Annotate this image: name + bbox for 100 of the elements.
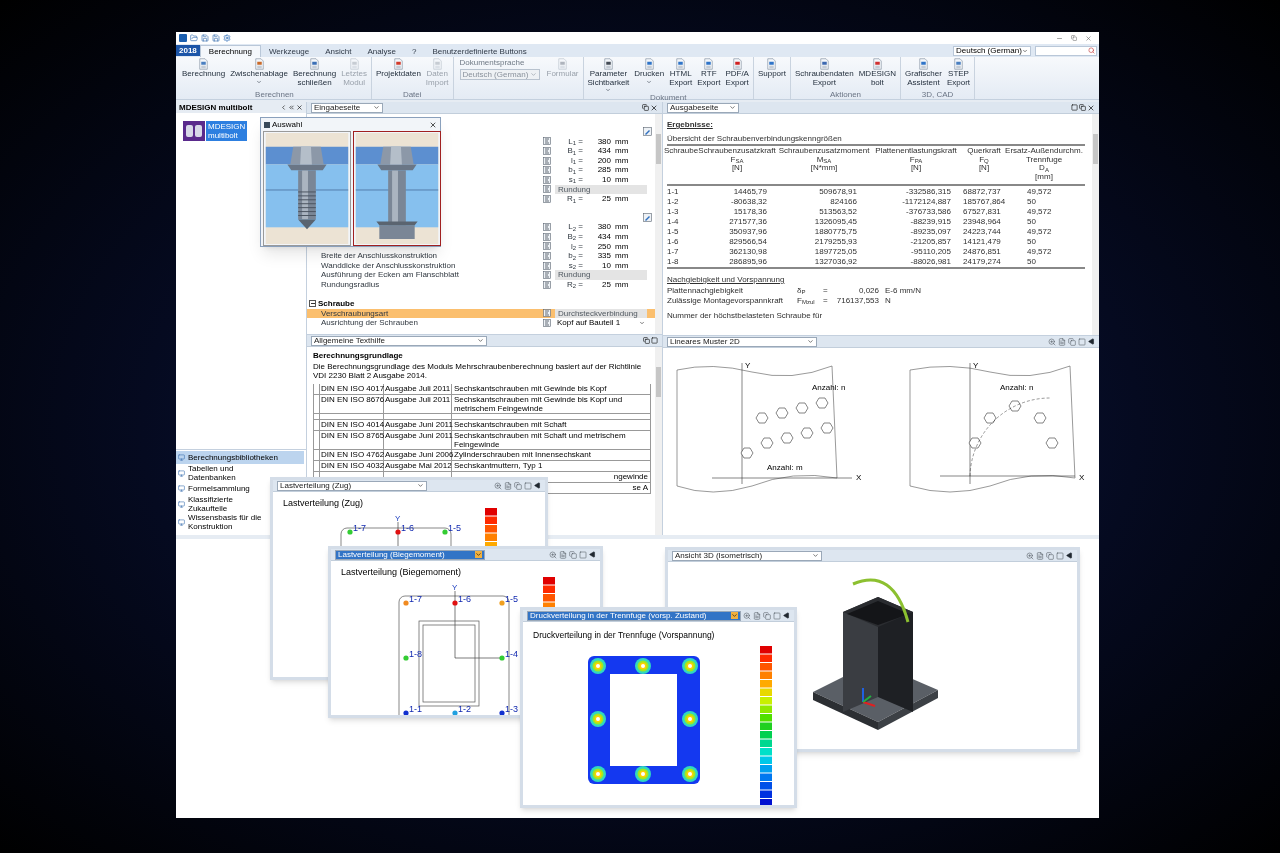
input-row[interactable]: Ausführung der Ecken am Flanschblatt Rundung	[307, 270, 655, 280]
ribbon-button[interactable]: Parameter Sichtbarkeit	[585, 58, 632, 93]
formula-icon[interactable]	[543, 137, 551, 146]
ribbon-button[interactable]: RTF Export	[695, 58, 723, 87]
choice-field[interactable]: Durchsteckverbindung	[555, 308, 647, 319]
zoom-icon[interactable]	[494, 481, 502, 490]
ribbon-button[interactable]: STEP Export	[944, 58, 973, 87]
formula-icon[interactable]	[543, 194, 551, 203]
expand-toggle-icon[interactable]	[309, 300, 316, 307]
window-icon[interactable]	[1071, 103, 1078, 111]
view-dropdown[interactable]: Ansicht 3D (Isometrisch)	[672, 550, 822, 561]
formula-icon[interactable]	[543, 156, 551, 165]
module-logo-icon[interactable]	[183, 121, 205, 141]
ribbon-tab[interactable]: Werkzeuge	[260, 45, 318, 57]
scrollbar[interactable]	[655, 114, 662, 334]
close-icon[interactable]	[296, 104, 303, 111]
scrollbar[interactable]	[655, 347, 662, 535]
view-dropdown[interactable]: Druckverteilung in der Trennfuge (vorsp. Zustand)	[527, 610, 741, 621]
formula-icon[interactable]	[543, 242, 551, 251]
ribbon-button[interactable]: Berechnung	[180, 58, 228, 79]
input-row[interactable]: R$_{1}$ = 25 mm	[307, 194, 655, 204]
ribbon-button[interactable]: PDF/A Export	[723, 58, 751, 87]
sidebar-item[interactable]: Formelsammlung	[176, 482, 268, 495]
input-row[interactable]: B$_{1}$ = 434 mm	[307, 146, 655, 156]
view-dropdown[interactable]: Eingabeseite	[311, 102, 383, 113]
collapse-arrow-icon[interactable]	[783, 612, 790, 619]
view-dropdown[interactable]: Lastverteilung (Biegemoment)	[335, 549, 485, 560]
scrollbar[interactable]	[1092, 114, 1099, 335]
copy-icon[interactable]	[642, 103, 649, 111]
zoom-icon[interactable]	[1048, 337, 1056, 346]
ribbon-button[interactable]: HTML Export	[667, 58, 695, 87]
ribbon-tab[interactable]: ?	[404, 45, 425, 57]
ribbon-button[interactable]: Support	[755, 58, 788, 79]
ribbon-tab[interactable]: Ansicht	[317, 45, 360, 57]
input-row[interactable]: Wanddicke der Anschlusskonstruktion s$_{2}$ = 10 mm	[307, 260, 655, 271]
page-icon[interactable]	[1058, 337, 1066, 346]
ribbon-button[interactable]: Zwischenablage	[228, 58, 290, 85]
input-row[interactable]: l$_{2}$ = 250 mm	[307, 241, 655, 252]
formula-icon[interactable]	[543, 271, 551, 280]
ribbon-button[interactable]: Drucken	[632, 58, 667, 85]
ribbon-tab[interactable]: Benutzerdefinierte Buttons	[424, 45, 535, 57]
save-icon[interactable]	[212, 34, 220, 42]
input-row[interactable]: l$_{1}$ = 200 mm	[307, 155, 655, 166]
formula-icon[interactable]	[543, 185, 551, 194]
formula-icon[interactable]	[543, 147, 551, 155]
formula-icon[interactable]	[543, 280, 551, 289]
input-row[interactable]: L$_{2}$ = 380 mm	[307, 222, 655, 232]
sidebar-item[interactable]: Tabellen und Datenbanken	[176, 464, 268, 482]
choice-field[interactable]: Rundung	[555, 270, 647, 280]
formula-icon[interactable]	[543, 175, 551, 184]
input-row[interactable]: Ausrichtung der Schrauben Kopf auf Bauteil 1	[307, 318, 655, 328]
input-row[interactable]: Rundungsradius R$_{2}$ = 25 mm	[307, 279, 655, 290]
settings-icon[interactable]	[223, 34, 231, 42]
ribbon-button[interactable]: Berechnung schließen	[290, 58, 339, 87]
collapse-arrow-icon[interactable]	[1066, 552, 1073, 559]
copy-icon[interactable]	[643, 337, 650, 344]
page-icon[interactable]	[753, 611, 761, 620]
window-icon[interactable]	[651, 337, 658, 344]
sidebar-item[interactable]: Klassifizierte Zukaufteile	[176, 495, 268, 513]
formula-icon[interactable]	[543, 223, 551, 232]
close-icon[interactable]	[650, 103, 658, 112]
view-dropdown[interactable]: Lineares Muster 2D	[667, 336, 817, 347]
language-dropdown[interactable]: Deutsch (German)	[953, 45, 1031, 56]
formula-icon[interactable]	[543, 309, 551, 318]
view-dropdown[interactable]: Lastverteilung (Zug)	[277, 480, 427, 491]
save-icon[interactable]	[201, 34, 209, 42]
choice-field[interactable]: Rundung	[555, 184, 647, 195]
input-row[interactable]: b$_{1}$ = 285 mm	[307, 165, 655, 175]
dropdown-field[interactable]: Kopf auf Bauteil 1	[555, 318, 647, 328]
formula-icon[interactable]	[543, 318, 551, 327]
close-icon[interactable]	[429, 120, 437, 129]
restore-icon[interactable]	[1071, 35, 1077, 41]
sidebar-item[interactable]: Wissensbasis für die Konstruktion	[176, 513, 268, 531]
ribbon-button[interactable]: Projektdaten	[373, 58, 423, 79]
close-icon[interactable]	[1087, 103, 1095, 112]
collapse-arrow-icon[interactable]	[589, 551, 596, 558]
page-icon[interactable]	[559, 550, 567, 559]
folder-icon[interactable]	[190, 34, 198, 42]
edit-icon[interactable]	[643, 212, 652, 222]
module-tile[interactable]: MDESIGN multibolt	[206, 121, 248, 141]
edit-icon[interactable]	[643, 127, 652, 136]
formula-icon[interactable]	[543, 251, 551, 260]
formula-icon[interactable]	[543, 261, 551, 270]
input-row[interactable]: s$_{1}$ = 10 mm	[307, 174, 655, 185]
collapse-arrow-icon[interactable]	[534, 482, 541, 489]
ribbon-button[interactable]: Grafischer Assistent	[903, 58, 944, 87]
back-icon[interactable]	[280, 104, 287, 111]
sidebar-item[interactable]: Berechnungsbibliotheken	[176, 451, 304, 464]
collapse-icon[interactable]	[288, 104, 295, 111]
input-row[interactable]: Rundung	[307, 184, 655, 195]
page-icon[interactable]	[504, 481, 512, 490]
input-row[interactable]: Verschraubungsart Durchsteckverbindung	[307, 308, 655, 319]
input-row[interactable]: Breite der Anschlusskonstruktion b$_{2}$ = 335 mm	[307, 251, 655, 261]
zoom-icon[interactable]	[1026, 551, 1034, 560]
ribbon-button[interactable]: MDESIGN bolt	[856, 58, 899, 87]
zoom-icon[interactable]	[743, 611, 751, 620]
view-dropdown[interactable]: Allgemeine Texthilfe	[311, 335, 487, 346]
zoom-icon[interactable]	[549, 550, 557, 559]
search-field[interactable]	[1035, 45, 1097, 56]
collapse-arrow-icon[interactable]	[1088, 338, 1095, 345]
